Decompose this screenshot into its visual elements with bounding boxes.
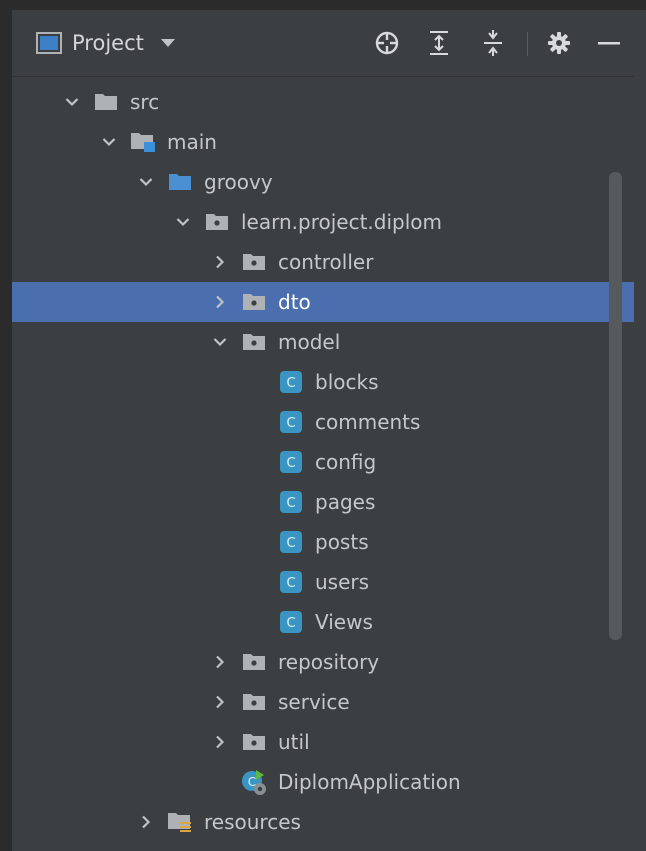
tree-item[interactable]: util [12, 722, 634, 762]
package-icon [240, 642, 268, 682]
chevron-right-icon[interactable] [210, 282, 230, 322]
tree-item[interactable]: learn.project.diplom [12, 202, 634, 242]
tree-item[interactable]: Cconfig [12, 442, 634, 482]
tree-item-label: controller [278, 250, 374, 274]
expand-all-icon[interactable] [424, 10, 454, 76]
ide-frame: Project src main groovy learn.project.di… [0, 0, 646, 851]
class-icon: C [277, 522, 305, 562]
tree-item-label: src [130, 90, 160, 114]
chevron-right-icon[interactable] [210, 682, 230, 722]
locate-icon[interactable] [370, 10, 404, 76]
tree-item[interactable]: groovy [12, 162, 634, 202]
project-window-icon[interactable] [33, 10, 65, 76]
tree-item[interactable]: Cusers [12, 562, 634, 602]
tree-item-label: resources [204, 810, 301, 834]
tree-item-label: Views [315, 610, 373, 634]
tree-item[interactable]: repository [12, 642, 634, 682]
scrollbar[interactable] [609, 172, 622, 640]
collapse-all-icon[interactable] [478, 10, 508, 76]
tree-item[interactable]: controller [12, 242, 634, 282]
tree-item-label: pages [315, 490, 376, 514]
package-icon [203, 202, 231, 242]
chevron-down-icon[interactable] [173, 202, 193, 242]
tree-item[interactable]: main [12, 122, 634, 162]
tree-item-label: DiplomApplication [278, 770, 461, 794]
tree-item[interactable]: src [12, 82, 634, 122]
tree-item[interactable]: Ccomments [12, 402, 634, 442]
svg-text:C: C [286, 376, 295, 391]
tree-item-label: comments [315, 410, 421, 434]
chevron-down-icon[interactable] [210, 322, 230, 362]
chevron-down-icon[interactable] [62, 82, 82, 122]
package-icon [240, 682, 268, 722]
tree-item-label: util [278, 730, 310, 754]
chevron-right-icon[interactable] [210, 242, 230, 282]
folder-icon [92, 82, 120, 122]
tree-item[interactable]: Cpages [12, 482, 634, 522]
tree-item-label: groovy [204, 170, 273, 194]
tree-item[interactable]: C Views [12, 602, 634, 642]
tree-item[interactable]: model [12, 322, 634, 362]
application-class-icon: C [240, 762, 268, 802]
tree-item[interactable]: dto [12, 282, 634, 322]
class-icon: C [277, 442, 305, 482]
source-folder-icon [166, 162, 194, 202]
project-tool-window: Project src main groovy learn.project.di… [12, 10, 646, 851]
chevron-right-icon[interactable] [136, 802, 156, 842]
tree-item-label: users [315, 570, 370, 594]
svg-text:C: C [286, 496, 295, 511]
top-edge [0, 0, 646, 10]
tree-item[interactable]: resources [12, 802, 634, 842]
tree-item[interactable]: Cblocks [12, 362, 634, 402]
svg-text:C: C [286, 456, 295, 471]
package-icon [240, 322, 268, 362]
chevron-down-icon[interactable] [158, 10, 178, 76]
tree-item-label: config [315, 450, 377, 474]
svg-text:C: C [286, 416, 295, 431]
tree-item-label: model [278, 330, 341, 354]
tree-item-label: learn.project.diplom [241, 210, 443, 234]
project-view-title[interactable]: Project [72, 10, 144, 76]
svg-text:C: C [286, 536, 295, 551]
tree-item-label: repository [278, 650, 380, 674]
tree-item-label: posts [315, 530, 369, 554]
class-icon: C [277, 362, 305, 402]
tree-item-label: main [167, 130, 217, 154]
resources-folder-icon [166, 802, 194, 842]
tree-item[interactable]: service [12, 682, 634, 722]
tree-item-label: blocks [315, 370, 379, 394]
class-icon: C [277, 402, 305, 442]
toolbar-separator [527, 32, 528, 56]
project-toolbar: Project [12, 10, 646, 77]
project-tree: src main groovy learn.project.diplom control… [12, 82, 634, 851]
tree-item[interactable]: C DiplomApplication [12, 762, 634, 802]
class-icon: C [277, 602, 305, 642]
chevron-right-icon[interactable] [210, 722, 230, 762]
chevron-down-icon[interactable] [136, 162, 156, 202]
minimize-icon[interactable] [592, 10, 626, 76]
tree-item[interactable]: Cposts [12, 522, 634, 562]
tree-item-label: service [278, 690, 350, 714]
module-folder-icon [129, 122, 157, 162]
package-icon [240, 242, 268, 282]
chevron-down-icon[interactable] [99, 122, 119, 162]
scrollbar-track [634, 76, 646, 851]
class-icon: C [277, 482, 305, 522]
package-icon [240, 282, 268, 322]
class-icon: C [277, 562, 305, 602]
svg-text:C: C [286, 616, 295, 631]
chevron-right-icon[interactable] [210, 642, 230, 682]
gear-icon[interactable] [542, 10, 576, 76]
tree-item-label: dto [278, 290, 311, 314]
package-icon [240, 722, 268, 762]
svg-text:C: C [286, 576, 295, 591]
